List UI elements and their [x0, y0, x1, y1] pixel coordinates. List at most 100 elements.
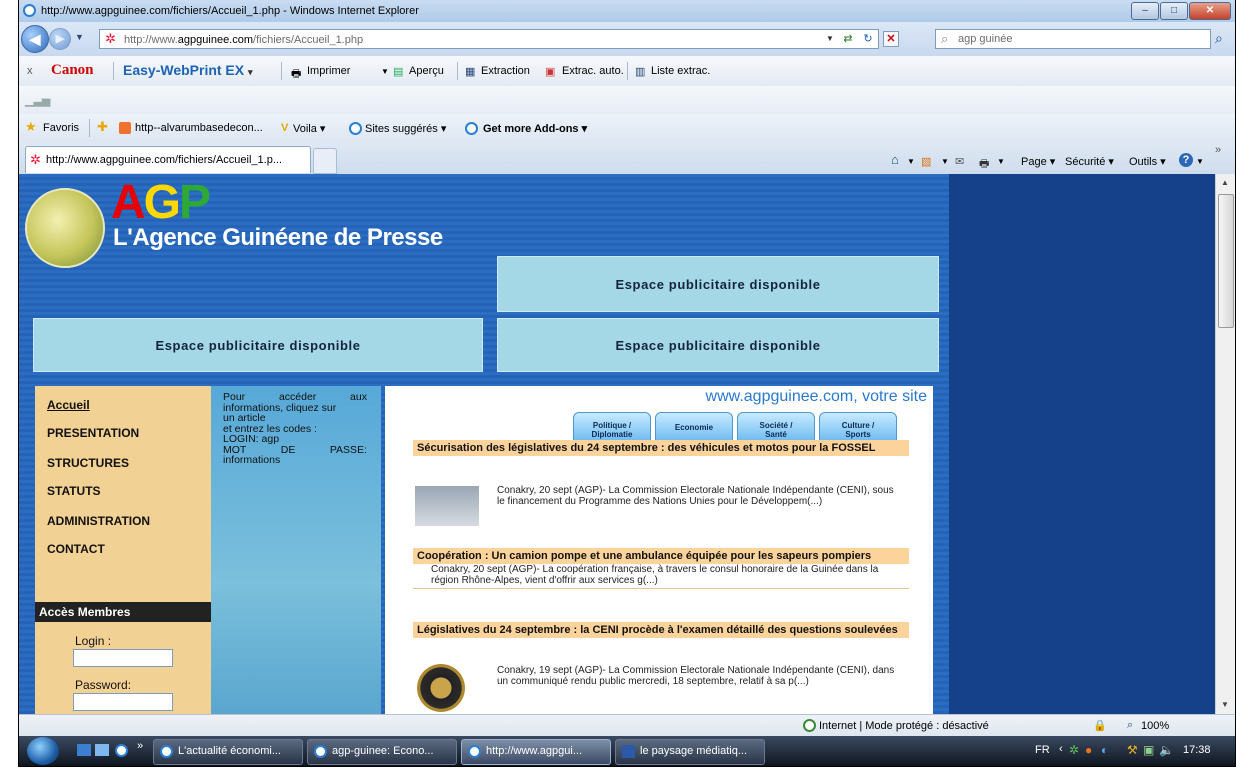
stop-icon[interactable]: ✕	[883, 31, 899, 47]
nav-contact[interactable]: CONTACT	[47, 542, 105, 556]
liste-extrac-button[interactable]: Liste extrac.	[651, 65, 710, 77]
article-item[interactable]: Coopération : Un camion pompe et une amb…	[413, 548, 909, 608]
home-dropdown-icon[interactable]: ▼	[907, 157, 915, 166]
tray-expand-icon[interactable]: ‹	[1059, 743, 1063, 755]
address-dropdown-icon[interactable]: ▼	[822, 31, 838, 47]
nav-administration[interactable]: ADMINISTRATION	[47, 514, 150, 528]
tools-menu[interactable]: Outils ▾	[1129, 155, 1166, 168]
back-button[interactable]: ◀	[21, 25, 49, 53]
search-engine-icon: ⌕	[941, 31, 949, 46]
extraction-icon: ▦	[465, 66, 476, 78]
minimize-button[interactable]: –	[1131, 2, 1159, 20]
zoom-icon[interactable]: ⌕	[1127, 719, 1133, 732]
ad-space-left[interactable]: Espace publicitaire disponible	[33, 318, 483, 372]
internet-zone-icon	[803, 719, 816, 732]
clock[interactable]: 17:38	[1183, 744, 1211, 756]
ie-quicklaunch-icon[interactable]	[115, 744, 128, 757]
extraction-button[interactable]: Extraction	[481, 65, 530, 77]
tab-politique[interactable]: Politique / Diplomatie	[573, 412, 651, 442]
article-title[interactable]: Coopération : Un camion pompe et une amb…	[413, 548, 909, 564]
nav-structures[interactable]: STRUCTURES	[47, 456, 129, 470]
nav-presentation[interactable]: PRESENTATION	[47, 426, 139, 440]
extrac-auto-button[interactable]: Extrac. auto.	[562, 65, 624, 77]
access-instructions: Pour accéder aux informations, cliquez sur…	[223, 391, 367, 466]
history-dropdown-icon[interactable]: ▼	[75, 32, 84, 42]
compatibility-icon[interactable]: ⇄	[840, 31, 856, 47]
tray-network-icon[interactable]: ▣	[1143, 743, 1154, 757]
add-favorite-icon[interactable]: ✚	[97, 119, 108, 135]
canon-logo: Canon	[51, 62, 94, 78]
scroll-up-icon[interactable]: ▲	[1221, 178, 1229, 187]
more-commands-chevron[interactable]: »	[1215, 144, 1221, 156]
nav-statuts[interactable]: STATUTS	[47, 484, 101, 498]
page-menu[interactable]: Page ▾	[1021, 155, 1055, 168]
search-icon[interactable]: ⌕	[1215, 30, 1223, 47]
print-cmd-icon[interactable]: 🖶	[979, 155, 989, 174]
mail-icon[interactable]: ✉	[955, 155, 964, 168]
ceni-logo-thumbnail[interactable]	[417, 664, 465, 712]
article-thumbnail[interactable]	[415, 486, 479, 526]
address-bar[interactable]: ✲ http://www.agpguinee.com/fichiers/Accu…	[99, 29, 879, 49]
browser-window: http://www.agpguinee.com/fichiers/Accuei…	[18, 0, 1236, 767]
switch-windows-icon[interactable]	[95, 744, 109, 756]
tab-societe[interactable]: Société / Santé	[737, 412, 815, 442]
tray-tool-icon[interactable]: ⚒	[1127, 743, 1138, 757]
taskbar-item[interactable]: le paysage médiatiq...	[615, 739, 765, 765]
protected-mode-icon[interactable]: 🔒	[1093, 719, 1107, 732]
taskbar-item[interactable]: agp-guinee: Econo...	[307, 739, 457, 765]
right-panel	[949, 174, 1215, 714]
print-dropdown-icon[interactable]: ▼	[381, 67, 389, 76]
show-desktop-icon[interactable]	[77, 744, 91, 756]
feeds-icon[interactable]: ▧	[921, 155, 931, 168]
nav-accueil[interactable]: Accueil	[47, 398, 90, 412]
tab-active[interactable]: ✲ http://www.agpguinee.com/fichiers/Accu…	[25, 146, 311, 173]
article-title[interactable]: Sécurisation des législatives du 24 sept…	[413, 440, 909, 456]
print-button[interactable]: Imprimer	[307, 65, 350, 77]
search-box[interactable]: ⌕ agp guinée	[935, 29, 1211, 49]
new-tab-button[interactable]	[313, 148, 337, 174]
help-dropdown-icon[interactable]: ▼	[1196, 157, 1204, 166]
article-title[interactable]: Législatives du 24 septembre : la CENI p…	[413, 622, 909, 638]
language-indicator[interactable]: FR	[1035, 744, 1050, 756]
ad-space-right[interactable]: Espace publicitaire disponible	[497, 318, 939, 372]
print-cmd-dropdown-icon[interactable]: ▼	[997, 157, 1005, 166]
toolbar-separator	[113, 62, 114, 80]
help-icon[interactable]: ?	[1179, 153, 1193, 167]
favorites-button[interactable]: Favoris	[43, 122, 79, 134]
article-item[interactable]: Législatives du 24 septembre : la CENI p…	[413, 622, 909, 714]
tray-volume-icon[interactable]: 🔈	[1159, 743, 1174, 757]
status-bar: Internet | Mode protégé : désactivé 🔒 ⌕ …	[19, 714, 1235, 737]
search-input[interactable]: agp guinée	[958, 33, 1012, 45]
feeds-dropdown-icon[interactable]: ▼	[941, 157, 949, 166]
preview-button[interactable]: Aperçu	[409, 65, 444, 77]
tab-culture[interactable]: Culture / Sports	[819, 412, 897, 442]
scroll-down-icon[interactable]: ▼	[1221, 700, 1229, 709]
easy-webprint-menu[interactable]: Easy-WebPrint EX ▾	[123, 62, 253, 78]
quicklaunch-more[interactable]: »	[137, 740, 143, 752]
maximize-button[interactable]: □	[1160, 2, 1188, 20]
suggested-sites-link[interactable]: Sites suggérés ▾	[365, 122, 446, 135]
page-scrollbar[interactable]: ▲ ▼	[1215, 174, 1235, 714]
home-icon[interactable]: ⌂	[891, 152, 899, 167]
forward-button[interactable]: ▶	[49, 28, 71, 50]
tray-app-icon[interactable]: ●	[1085, 743, 1092, 757]
toolbar-close-icon[interactable]: x	[27, 65, 33, 77]
article-item[interactable]: Sécurisation des législatives du 24 sept…	[413, 440, 909, 538]
refresh-icon[interactable]: ↻	[860, 31, 876, 47]
login-input[interactable]	[73, 649, 173, 667]
close-window-button[interactable]: ✕	[1189, 2, 1231, 20]
favorite-link-voila[interactable]: Voila ▾	[293, 122, 325, 135]
security-menu[interactable]: Sécurité ▾	[1065, 155, 1114, 168]
scrollbar-thumb[interactable]	[1218, 194, 1234, 328]
ad-space-top-right[interactable]: Espace publicitaire disponible	[497, 256, 939, 312]
get-addons-link[interactable]: Get more Add-ons ▾	[483, 122, 587, 135]
favorite-link-1[interactable]: http--alvarumbasedecon...	[135, 122, 263, 134]
zoom-level[interactable]: 100%	[1141, 720, 1169, 732]
start-button[interactable]	[27, 737, 59, 765]
password-input[interactable]	[73, 693, 173, 711]
taskbar-item-active[interactable]: http://www.agpgui...	[461, 739, 611, 765]
tab-economie[interactable]: Economie	[655, 412, 733, 442]
taskbar-item[interactable]: L'actualité économi...	[153, 739, 303, 765]
tray-antivirus-icon[interactable]: ✲	[1069, 743, 1079, 757]
tray-ie-icon[interactable]: ◐	[1101, 743, 1108, 757]
